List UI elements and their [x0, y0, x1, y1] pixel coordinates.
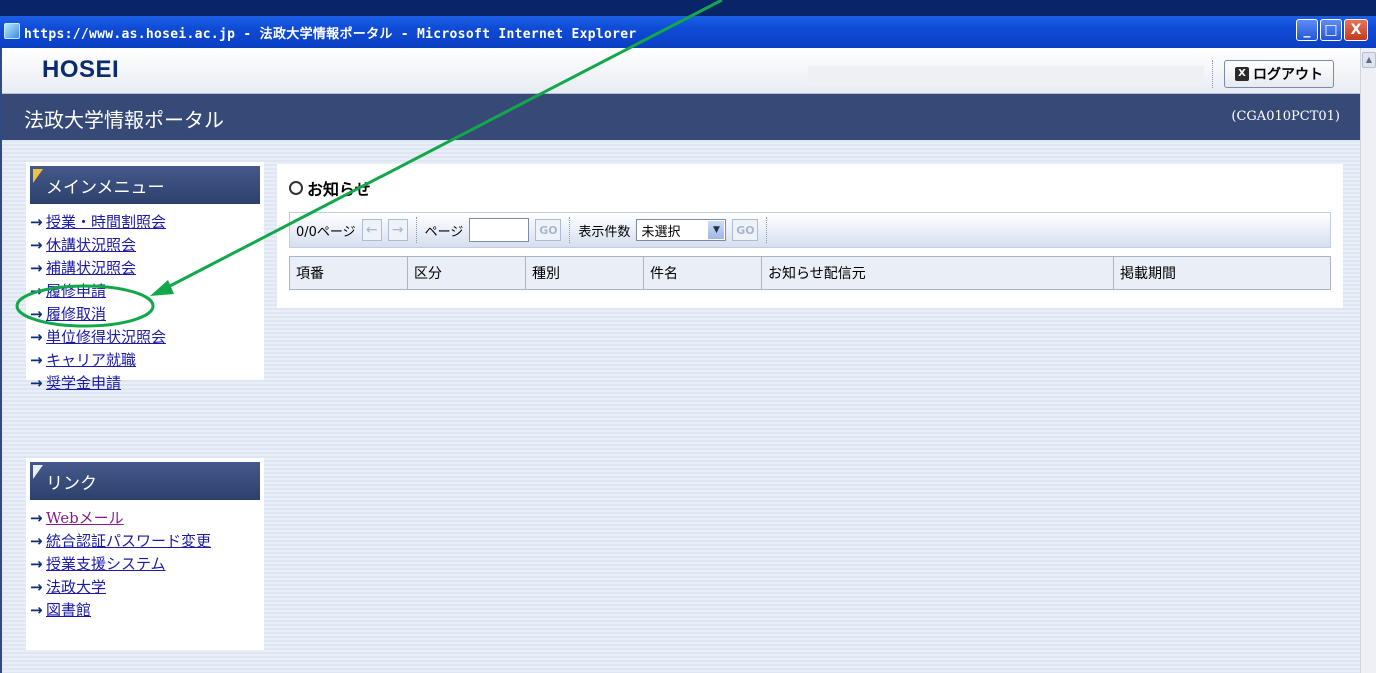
- logout-icon: X: [1235, 67, 1249, 81]
- column-header: 項番: [290, 257, 408, 289]
- count-go-button[interactable]: GO: [732, 219, 759, 241]
- arrow-icon: →: [30, 281, 43, 300]
- column-header: 種別: [526, 257, 644, 289]
- window-titlebar: https://www.as.hosei.ac.jp - 法政大学情報ポータル …: [0, 0, 1376, 48]
- next-page-icon[interactable]: →: [387, 219, 408, 241]
- minimize-button[interactable]: _: [1296, 19, 1318, 41]
- notice-title-row: お知らせ: [289, 176, 371, 200]
- link-password[interactable]: 統合認証パスワード変更: [46, 530, 211, 551]
- links-panel: リンク → Webメール → 統合認証パスワード変更 → 授業支援システム → 法政大学…: [26, 458, 264, 650]
- arrow-icon: →: [30, 531, 43, 550]
- count-select[interactable]: 未選択 ▼: [636, 219, 727, 241]
- page-viewport: HOSEI X ログアウト 法政大学情報ポータル (CGA010PCT01) メ…: [0, 48, 1360, 673]
- arrow-icon: →: [30, 304, 43, 323]
- links-header: リンク: [30, 462, 260, 500]
- divider: [1212, 60, 1213, 88]
- main-menu-panel: メインメニュー → 授業・時間割照会 → 休講状況照会 → 補講状況照会 → 履修申請 …: [26, 162, 264, 392]
- speech-bubble-icon: [289, 181, 303, 195]
- link-item[interactable]: → 法政大学: [26, 575, 264, 598]
- main-menu-title: メインメニュー: [46, 177, 165, 198]
- menu-link-makeup[interactable]: 補講状況照会: [46, 257, 136, 278]
- window-title: https://www.as.hosei.ac.jp - 法政大学情報ポータル …: [24, 27, 637, 42]
- column-header: 件名: [644, 257, 762, 289]
- menu-link-scholarship[interactable]: 奨学金申請: [46, 372, 121, 393]
- page-count: 0/0ページ: [296, 224, 356, 240]
- count-label: 表示件数: [578, 224, 631, 240]
- link-hosei[interactable]: 法政大学: [46, 576, 106, 597]
- ie-icon: [4, 23, 20, 39]
- arrow-icon: →: [30, 577, 43, 596]
- page-go-button[interactable]: GO: [535, 219, 562, 241]
- prev-page-icon[interactable]: ←: [361, 219, 382, 241]
- main-menu-list: → 授業・時間割照会 → 休講状況照会 → 補講状況照会 → 履修申請 → 履修取消 → 単…: [26, 204, 264, 394]
- arrow-icon: →: [30, 258, 43, 277]
- portal-header: 法政大学情報ポータル (CGA010PCT01): [2, 94, 1360, 140]
- menu-link-registration[interactable]: 履修申請: [46, 280, 106, 301]
- menu-item[interactable]: → 休講状況照会: [26, 233, 264, 256]
- count-selected: 未選択: [641, 224, 681, 240]
- corner-icon: [33, 465, 43, 479]
- menu-item[interactable]: → 履修取消: [26, 302, 264, 325]
- link-webmail[interactable]: Webメール: [46, 507, 124, 528]
- titlebar-band: https://www.as.hosei.ac.jp - 法政大学情報ポータル …: [0, 16, 1376, 48]
- column-header: お知らせ配信元: [762, 257, 1114, 289]
- logout-label: ログアウト: [1253, 67, 1323, 83]
- chevron-down-icon: ▼: [708, 221, 725, 239]
- menu-item[interactable]: → 奨学金申請: [26, 371, 264, 394]
- link-library[interactable]: 図書館: [46, 599, 91, 620]
- screen-id: (CGA010PCT01): [1231, 109, 1340, 124]
- arrow-icon: →: [30, 600, 43, 619]
- column-header: 掲載期間: [1120, 266, 1176, 282]
- top-bar: HOSEI X ログアウト: [2, 48, 1360, 94]
- link-item[interactable]: → 図書館: [26, 598, 264, 621]
- menu-link-credits[interactable]: 単位修得状況照会: [46, 326, 166, 347]
- menu-item[interactable]: → 単位修得状況照会: [26, 325, 264, 348]
- notice-table-header: 項番 区分 種別 件名 お知らせ配信元 掲載期間: [289, 256, 1331, 290]
- menu-link-timetable[interactable]: 授業・時間割照会: [46, 211, 166, 232]
- main-menu-header: メインメニュー: [30, 166, 260, 204]
- arrow-icon: →: [30, 327, 43, 346]
- menu-link-cancellation[interactable]: 休講状況照会: [46, 234, 136, 255]
- links-list: → Webメール → 統合認証パスワード変更 → 授業支援システム → 法政大学 → 図書…: [26, 500, 264, 621]
- menu-item[interactable]: → 授業・時間割照会: [26, 210, 264, 233]
- chevron-up-icon[interactable]: ▲: [1362, 52, 1376, 68]
- hosei-logo: HOSEI: [42, 56, 120, 83]
- arrow-icon: →: [30, 212, 43, 231]
- divider: [569, 217, 571, 243]
- links-title: リンク: [46, 473, 97, 494]
- pager-toolbar: 0/0ページ ← → ページ GO 表示件数 未選択 ▼ GO: [289, 212, 1331, 248]
- link-item[interactable]: → 統合認証パスワード変更: [26, 529, 264, 552]
- arrow-icon: →: [30, 235, 43, 254]
- notice-panel: お知らせ 0/0ページ ← → ページ GO 表示件数 未選択 ▼ GO 項番 …: [277, 164, 1343, 308]
- page-input[interactable]: [469, 218, 530, 242]
- arrow-icon: →: [30, 508, 43, 527]
- menu-item[interactable]: → 補講状況照会: [26, 256, 264, 279]
- arrow-icon: →: [30, 554, 43, 573]
- logout-button[interactable]: X ログアウト: [1224, 60, 1334, 88]
- column-header: 区分: [408, 257, 526, 289]
- vertical-scrollbar[interactable]: ▲: [1360, 48, 1376, 673]
- arrow-icon: →: [30, 350, 43, 369]
- menu-item[interactable]: → 履修申請: [26, 279, 264, 302]
- link-item[interactable]: → Webメール: [26, 506, 264, 529]
- menu-item[interactable]: → キャリア就職: [26, 348, 264, 371]
- divider: [415, 217, 417, 243]
- menu-link-withdraw[interactable]: 履修取消: [46, 303, 106, 324]
- page-label: ページ: [424, 224, 464, 240]
- user-info-field: [808, 66, 1204, 86]
- page-title: 法政大学情報ポータル: [24, 108, 224, 132]
- link-item[interactable]: → 授業支援システム: [26, 552, 264, 575]
- divider: [766, 217, 768, 243]
- corner-icon: [33, 169, 43, 183]
- close-button[interactable]: X: [1344, 19, 1368, 41]
- arrow-icon: →: [30, 373, 43, 392]
- notice-title: お知らせ: [307, 180, 371, 199]
- maximize-button[interactable]: □: [1320, 19, 1342, 41]
- link-class-support[interactable]: 授業支援システム: [46, 553, 166, 574]
- menu-link-career[interactable]: キャリア就職: [46, 349, 136, 370]
